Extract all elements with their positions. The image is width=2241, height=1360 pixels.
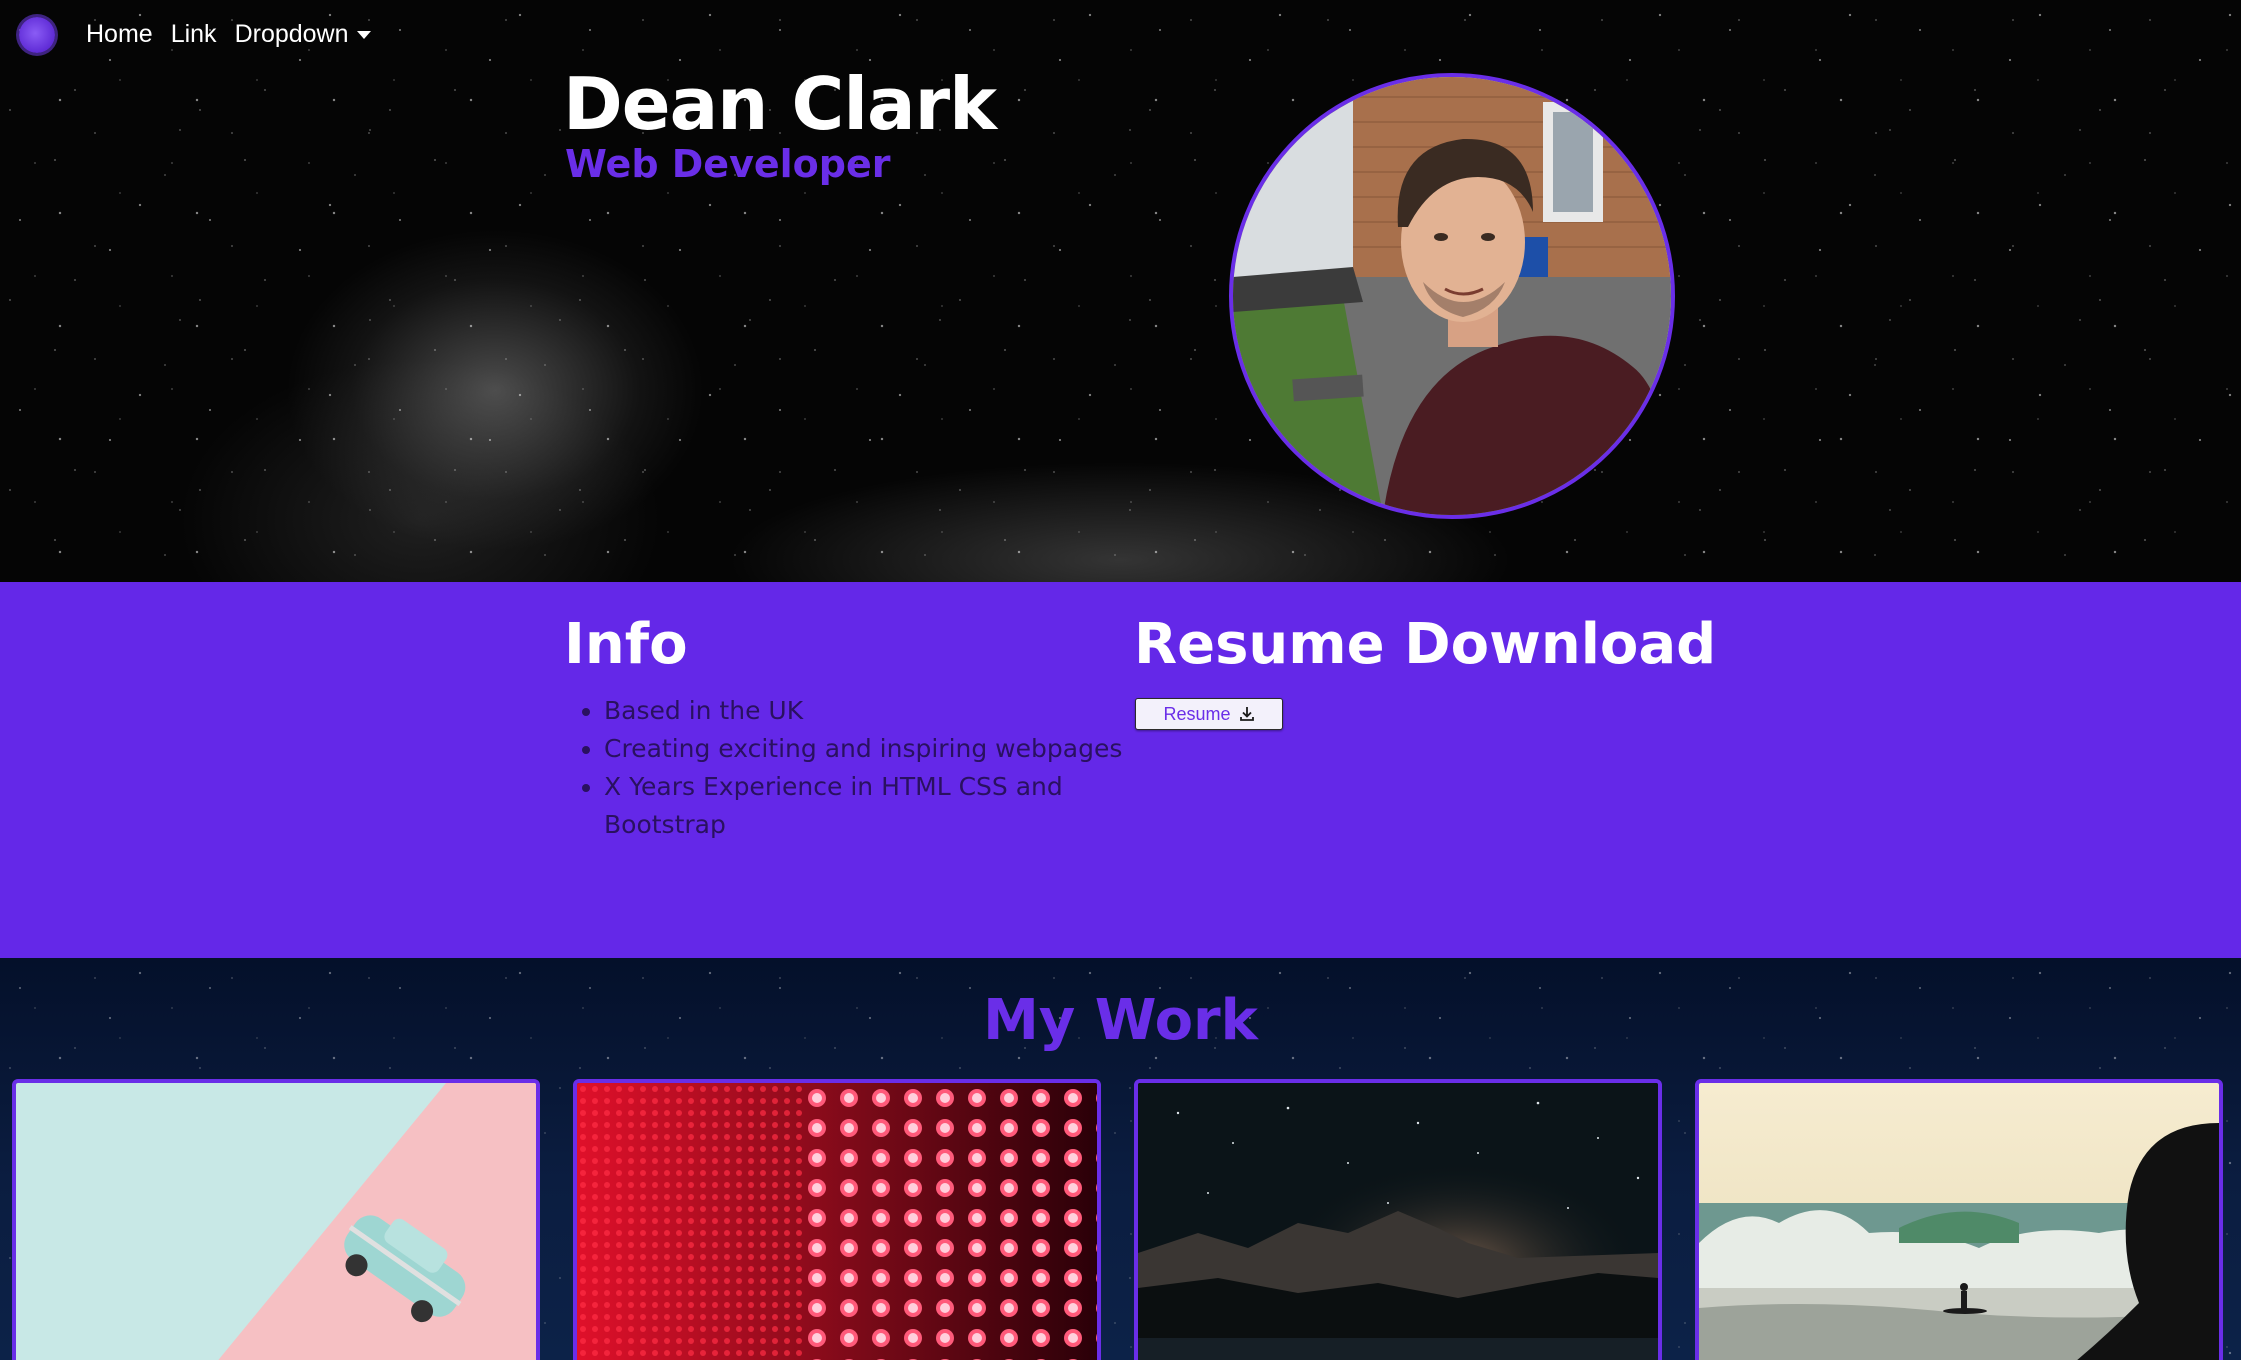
hero-role: Web Developer bbox=[565, 142, 891, 186]
info-list-item: Based in the UK bbox=[604, 692, 1144, 730]
work-section: My Work bbox=[0, 958, 2241, 1360]
hero-name: Dean Clark bbox=[563, 62, 997, 146]
download-icon bbox=[1239, 707, 1254, 721]
profile-photo bbox=[1229, 73, 1675, 519]
info-heading: Info bbox=[564, 612, 688, 677]
work-card-led-grid[interactable] bbox=[573, 1079, 1101, 1360]
info-section: Info Based in the UK Creating exciting a… bbox=[0, 582, 2241, 958]
nav-dropdown-label: Dropdown bbox=[234, 20, 349, 48]
work-card-night-sky[interactable] bbox=[1134, 1079, 1662, 1360]
resume-heading: Resume Download bbox=[1134, 612, 1717, 677]
work-heading: My Work bbox=[983, 988, 1258, 1053]
resume-button-label: Resume bbox=[1163, 703, 1231, 724]
info-list-item: X Years Experience in HTML CSS and Boots… bbox=[604, 768, 1144, 844]
navbar: Home Link Dropdown bbox=[0, 0, 2241, 70]
work-card-image bbox=[1138, 1083, 1658, 1360]
work-card-toy-car[interactable] bbox=[12, 1079, 540, 1360]
nav-link-link[interactable]: Link bbox=[171, 17, 217, 52]
work-card-image bbox=[577, 1083, 1097, 1360]
work-card-image bbox=[1699, 1083, 2219, 1360]
brand-logo-icon[interactable] bbox=[19, 17, 55, 53]
resume-download-button[interactable]: Resume bbox=[1135, 698, 1283, 730]
nav-links: Home Link Dropdown bbox=[86, 17, 389, 52]
starfield-background-layer bbox=[0, 0, 2241, 582]
chevron-down-icon bbox=[356, 31, 371, 40]
work-card-image bbox=[16, 1083, 536, 1360]
info-list: Based in the UK Creating exciting and in… bbox=[564, 692, 1144, 844]
hero-section: Home Link Dropdown Dean Clark Web Develo… bbox=[0, 0, 2241, 582]
nav-link-home[interactable]: Home bbox=[86, 17, 153, 52]
nav-dropdown[interactable]: Dropdown bbox=[235, 17, 371, 52]
info-list-item: Creating exciting and inspiring webpages bbox=[604, 730, 1144, 768]
work-card-surfer[interactable] bbox=[1695, 1079, 2223, 1360]
